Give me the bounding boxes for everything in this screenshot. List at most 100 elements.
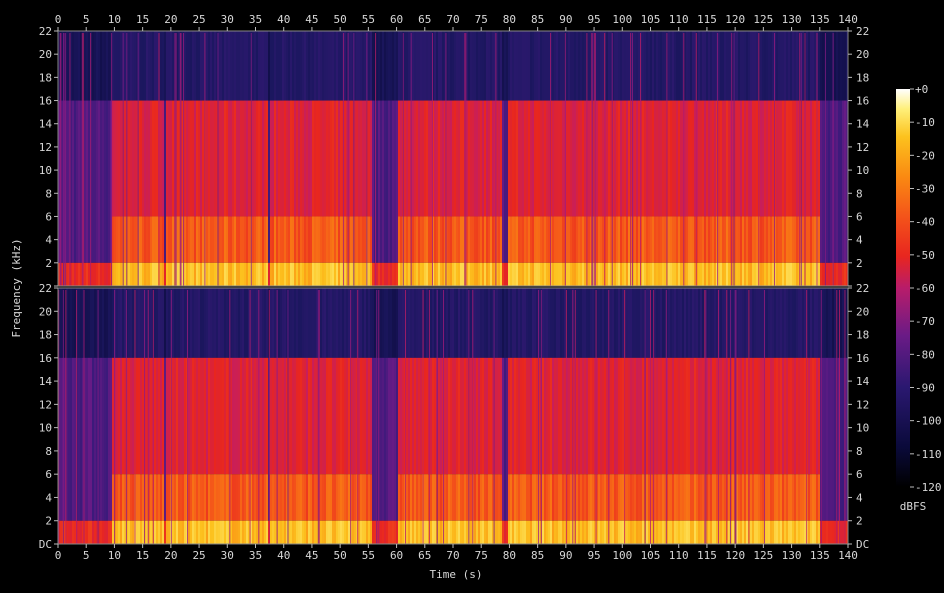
colorbar-tick-label: -120 — [915, 481, 942, 494]
x-tick-label-bottom: 25 — [192, 549, 205, 562]
x-tick-label-top: 115 — [697, 13, 717, 26]
colorbar-tick-label: -110 — [915, 448, 942, 461]
y-tick-label-left: 2 — [45, 257, 52, 270]
colorbar-gradient — [896, 89, 910, 487]
y-tick-label-left: 8 — [45, 187, 52, 200]
colorbar-tick-label: -100 — [915, 415, 942, 428]
x-tick-label-top: 140 — [838, 13, 858, 26]
x-tick-label-top: 0 — [55, 13, 62, 26]
x-tick-label-bottom: 55 — [362, 549, 375, 562]
y-tick-label-right: 16 — [856, 95, 869, 108]
y-tick-label-left: 12 — [39, 398, 52, 411]
x-tick-label-bottom: 45 — [305, 549, 318, 562]
y-tick-label-left: 10 — [39, 164, 52, 177]
x-tick-label-bottom: 85 — [531, 549, 544, 562]
y-tick-label-right: 20 — [856, 305, 869, 318]
x-tick-label-bottom: 90 — [559, 549, 572, 562]
x-tick-label-bottom: 140 — [838, 549, 858, 562]
y-tick-label-right: 18 — [856, 329, 869, 342]
y-axis-title: Frequency (kHz) — [10, 238, 23, 337]
x-tick-label-top: 105 — [641, 13, 661, 26]
y-tick-label-left: 20 — [39, 48, 52, 61]
y-tick-label-left: 4 — [45, 234, 52, 247]
colorbar-tick-label: -30 — [915, 183, 935, 196]
y-tick-label-right: 2 — [856, 257, 863, 270]
spectrogram-panel-1 — [57, 30, 849, 287]
y-tick-label-right: 8 — [856, 445, 863, 458]
x-tick-label-top: 15 — [136, 13, 149, 26]
colorbar-tick-label: -40 — [915, 216, 935, 229]
x-tick-label-top: 135 — [810, 13, 830, 26]
x-tick-label-top: 50 — [334, 13, 347, 26]
x-tick-label-top: 20 — [164, 13, 177, 26]
colorbar-tick-label: -20 — [915, 149, 935, 162]
y-tick-label-right: 14 — [856, 118, 870, 131]
colorbar-tick-label: -80 — [915, 348, 935, 361]
x-tick-label-top: 65 — [418, 13, 431, 26]
y-tick-label-left: 12 — [39, 141, 52, 154]
x-tick-label-top: 60 — [390, 13, 403, 26]
y-tick-label-left: 18 — [39, 329, 52, 342]
y-tick-label-right: 8 — [856, 187, 863, 200]
y-tick-label-left: 4 — [45, 491, 52, 504]
x-tick-label-top: 125 — [753, 13, 773, 26]
y-tick-label-right: 6 — [856, 468, 863, 481]
x-tick-label-top: 95 — [587, 13, 600, 26]
x-tick-label-bottom: 0 — [55, 549, 62, 562]
x-tick-label-bottom: 125 — [753, 549, 773, 562]
x-tick-label-top: 25 — [192, 13, 205, 26]
y-tick-label-left: 2 — [45, 515, 52, 528]
y-tick-label-right: 10 — [856, 422, 869, 435]
x-axis-title: Time (s) — [430, 568, 483, 581]
x-tick-label-top: 10 — [108, 13, 121, 26]
x-tick-label-bottom: 70 — [446, 549, 459, 562]
y-tick-label-right: 16 — [856, 352, 869, 365]
x-tick-label-bottom: 35 — [249, 549, 262, 562]
y-tick-label-left: 22 — [39, 282, 52, 295]
colorbar-tick-label: -90 — [915, 382, 935, 395]
y-tick-label-left: 16 — [39, 352, 52, 365]
y-tick-label-right: 20 — [856, 48, 869, 61]
x-tick-label-bottom: 75 — [475, 549, 488, 562]
x-tick-label-top: 40 — [277, 13, 290, 26]
x-tick-label-bottom: 30 — [221, 549, 234, 562]
x-tick-label-top: 130 — [782, 13, 802, 26]
x-tick-label-top: 100 — [612, 13, 632, 26]
y-tick-label-right: 12 — [856, 141, 869, 154]
colorbar: +0 -10 -20 -30 -40 -50 -60 -70 -80 -90 -100 -110 -12… — [896, 83, 942, 494]
y-tick-label-right: DC — [856, 538, 869, 551]
x-tick-label-top: 75 — [475, 13, 488, 26]
x-tick-label-bottom: 120 — [725, 549, 745, 562]
y-tick-label-left: 20 — [39, 305, 52, 318]
x-tick-label-bottom: 60 — [390, 549, 403, 562]
y-tick-label-left: 14 — [39, 118, 53, 131]
y-tick-label-right: 4 — [856, 234, 863, 247]
colorbar-tick-label: -60 — [915, 282, 935, 295]
x-tick-label-bottom: 50 — [334, 549, 347, 562]
y-tick-label-right: 18 — [856, 71, 869, 84]
x-tick-label-bottom: 105 — [641, 549, 661, 562]
y-tick-label-right: 12 — [856, 398, 869, 411]
x-tick-label-bottom: 5 — [83, 549, 90, 562]
x-tick-label-bottom: 110 — [669, 549, 689, 562]
y-tick-label-left: 6 — [45, 468, 52, 481]
x-tick-label-top: 70 — [446, 13, 459, 26]
x-tick-label-bottom: 95 — [587, 549, 600, 562]
x-tick-label-top: 110 — [669, 13, 689, 26]
x-tick-label-top: 30 — [221, 13, 234, 26]
y-tick-label-right: 22 — [856, 25, 869, 38]
y-tick-label-left: 8 — [45, 445, 52, 458]
colorbar-tick-label: +0 — [915, 83, 928, 96]
x-tick-label-top: 55 — [362, 13, 375, 26]
colorbar-title: dBFS — [900, 500, 927, 513]
y-tick-label-left: 14 — [39, 375, 53, 388]
y-tick-label-right: 22 — [856, 282, 869, 295]
colorbar-tick-label: -10 — [915, 116, 935, 129]
x-tick-label-top: 45 — [305, 13, 318, 26]
x-tick-label-top: 120 — [725, 13, 745, 26]
y-tick-label-left: DC — [39, 538, 52, 551]
x-tick-label-bottom: 10 — [108, 549, 121, 562]
spectrogram-panel-2 — [57, 287, 849, 545]
x-tick-label-bottom: 135 — [810, 549, 830, 562]
x-tick-label-bottom: 65 — [418, 549, 431, 562]
